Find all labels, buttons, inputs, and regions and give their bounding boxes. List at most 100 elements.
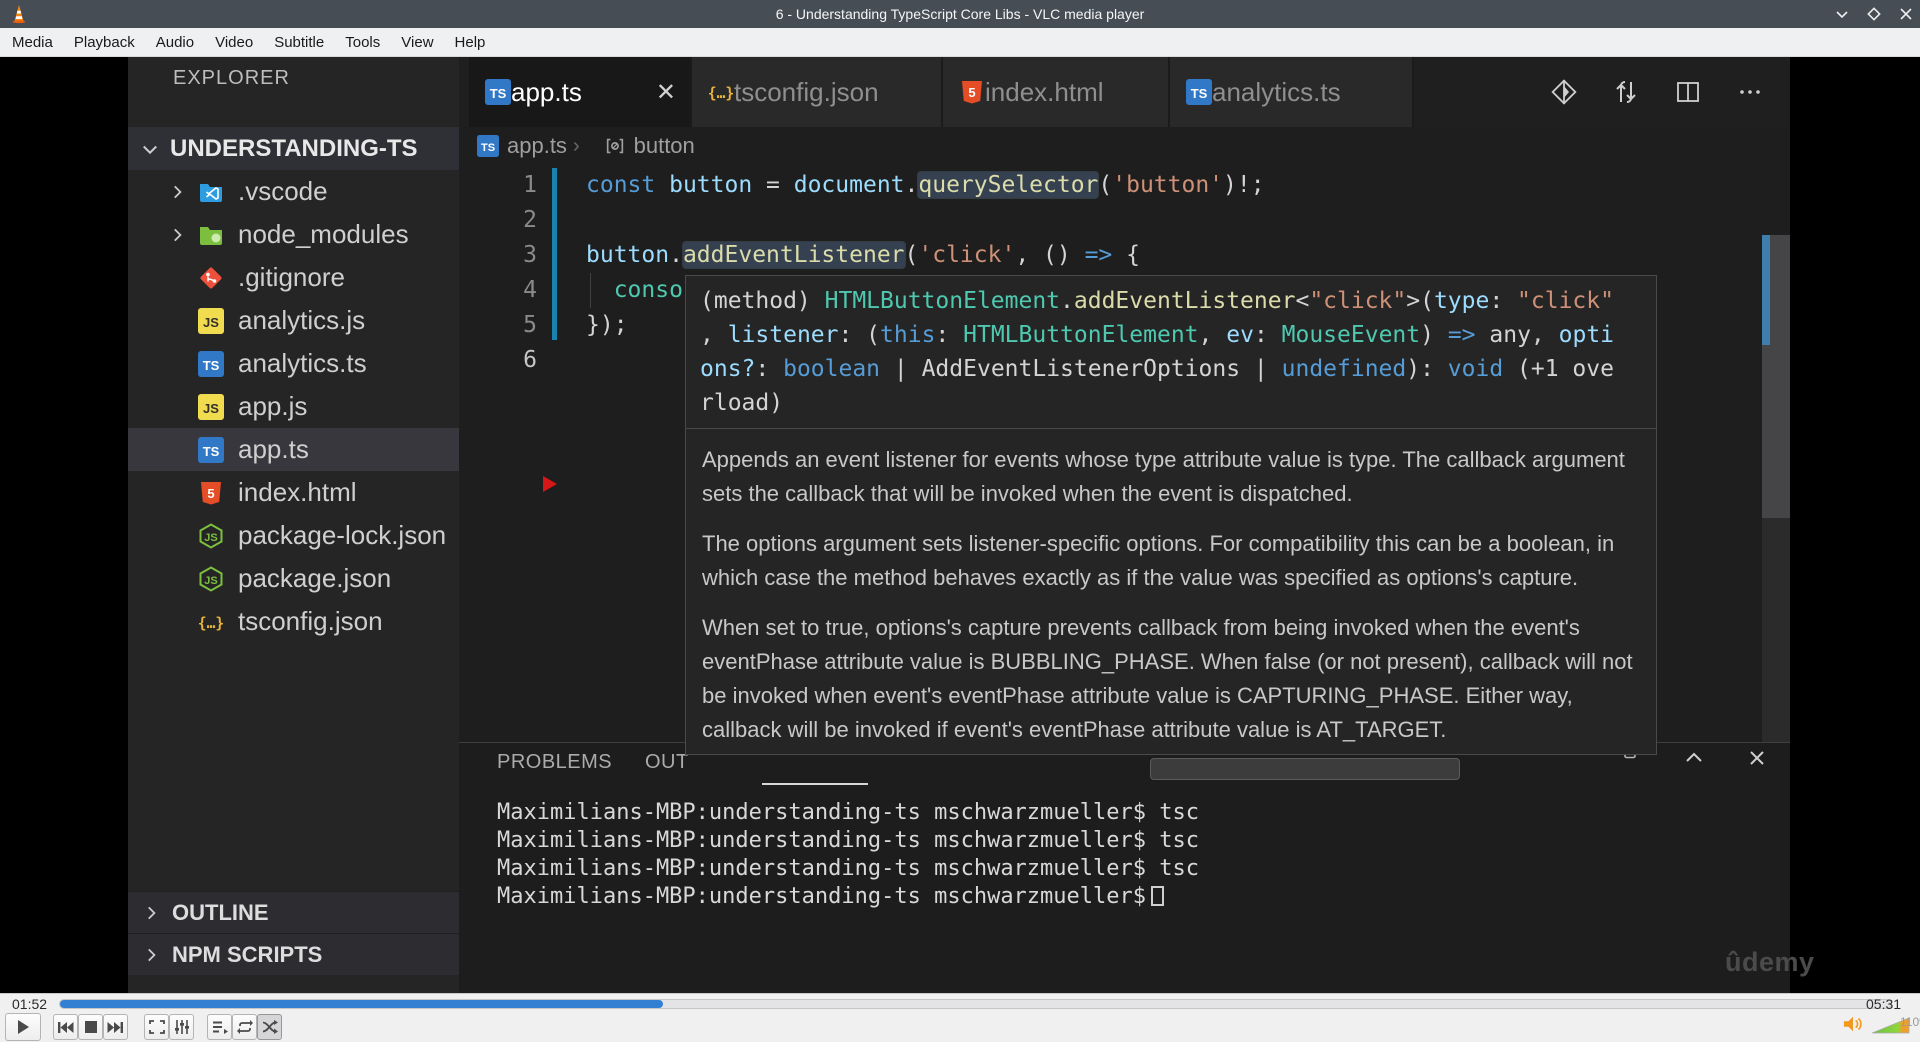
stop-button[interactable] bbox=[78, 1014, 103, 1040]
sidebar-section-outline[interactable]: OUTLINE bbox=[128, 891, 459, 933]
breadcrumb-item[interactable]: app.ts bbox=[507, 133, 567, 159]
menu-tools[interactable]: Tools bbox=[345, 34, 380, 51]
sync-changes-button[interactable] bbox=[1612, 78, 1640, 106]
play-button[interactable] bbox=[5, 1013, 41, 1041]
breadcrumb-item[interactable]: button bbox=[634, 133, 695, 159]
file-item-app-js[interactable]: JS app.js bbox=[128, 385, 459, 428]
menu-audio[interactable]: Audio bbox=[156, 34, 194, 51]
file-item-analytics-js[interactable]: JS analytics.js bbox=[128, 299, 459, 342]
current-time: 01:52 bbox=[12, 996, 48, 1012]
svg-text:TS: TS bbox=[490, 86, 507, 101]
volume-control[interactable]: 110% bbox=[1842, 1014, 1920, 1039]
git-file-icon bbox=[198, 265, 224, 291]
chevron-right-icon bbox=[168, 226, 186, 244]
workspace-header[interactable]: UNDERSTANDING-TS bbox=[128, 127, 459, 170]
tab-analytics-ts[interactable]: TS analytics.ts bbox=[1170, 57, 1414, 127]
panel-tab-problems[interactable]: PROBLEMS bbox=[497, 747, 612, 777]
file-item--gitignore[interactable]: .gitignore bbox=[128, 256, 459, 299]
hover-docs: Appends an event listener for events who… bbox=[686, 429, 1656, 777]
svg-text:{…}: {…} bbox=[198, 615, 224, 632]
section-label: OUTLINE bbox=[172, 899, 269, 925]
menu-subtitle[interactable]: Subtitle bbox=[274, 34, 324, 51]
file-name: analytics.ts bbox=[238, 348, 367, 378]
video-area[interactable]: EXPLORER UNDERSTANDING-TS .vscode node_mo… bbox=[0, 57, 1920, 993]
code-text: }); bbox=[586, 312, 628, 338]
js-file-icon: JS bbox=[198, 307, 224, 334]
close-button[interactable] bbox=[1898, 6, 1914, 22]
hover-signature: (method) HTMLButtonElement.addEventListe… bbox=[686, 276, 1656, 429]
tab-close-icon[interactable]: ✕ bbox=[638, 78, 676, 107]
chevron-right-icon bbox=[142, 904, 160, 922]
vlc-window: 6 - Understanding TypeScript Core Libs -… bbox=[0, 0, 1920, 1042]
fullscreen-button[interactable] bbox=[144, 1014, 169, 1040]
tab-label: tsconfig.json bbox=[734, 76, 879, 107]
file-item-node-modules[interactable]: node_modules bbox=[128, 213, 459, 256]
file-item--vscode[interactable]: .vscode bbox=[128, 170, 459, 213]
terminal-tab-underline bbox=[762, 783, 868, 785]
svg-text:JS: JS bbox=[203, 401, 219, 416]
file-item-index-html[interactable]: 5 index.html bbox=[128, 471, 459, 514]
red-marker-icon bbox=[543, 476, 557, 492]
svg-text:5: 5 bbox=[968, 85, 975, 100]
tab-index-html[interactable]: 5 index.html bbox=[943, 57, 1170, 127]
previous-button[interactable] bbox=[53, 1014, 78, 1040]
file-name: analytics.js bbox=[238, 305, 366, 335]
next-button[interactable] bbox=[103, 1014, 128, 1040]
hover-tooltip: (method) HTMLButtonElement.addEventListe… bbox=[685, 275, 1657, 755]
ts-file-icon: TS bbox=[1186, 79, 1212, 105]
file-name: package.json bbox=[238, 563, 392, 593]
svg-text:TS: TS bbox=[481, 142, 495, 154]
split-editor-button[interactable] bbox=[1674, 78, 1702, 106]
loop-button[interactable] bbox=[232, 1014, 257, 1040]
doc-line: When set to true, options's capture prev… bbox=[702, 615, 1580, 640]
extended-settings-button[interactable] bbox=[169, 1014, 194, 1040]
editor-scrollbar[interactable] bbox=[1762, 235, 1790, 742]
file-name: tsconfig.json bbox=[238, 606, 383, 636]
js-file-icon: JS bbox=[198, 393, 224, 420]
minimize-button[interactable] bbox=[1834, 6, 1850, 22]
symbol-icon bbox=[604, 135, 626, 157]
volume-percent: 110% bbox=[1900, 1015, 1920, 1029]
file-item-app-ts[interactable]: TS app.ts bbox=[128, 428, 459, 471]
file-item-analytics-ts[interactable]: TS analytics.ts bbox=[128, 342, 459, 385]
sidebar-section-npm-scripts[interactable]: NPM SCRIPTS bbox=[128, 933, 459, 975]
svg-text:{…}: {…} bbox=[708, 85, 734, 102]
panel-tab-out[interactable]: OUT bbox=[645, 747, 689, 777]
random-button[interactable] bbox=[257, 1014, 282, 1040]
menu-view[interactable]: View bbox=[401, 34, 433, 51]
maximize-button[interactable] bbox=[1866, 6, 1882, 22]
workspace-name: UNDERSTANDING-TS bbox=[170, 134, 418, 162]
menu-video[interactable]: Video bbox=[215, 34, 253, 51]
braces-file-icon: {…} bbox=[708, 79, 735, 105]
panel-close-icon[interactable] bbox=[1745, 746, 1769, 770]
ts-file-icon: TS bbox=[198, 350, 224, 377]
menu-help[interactable]: Help bbox=[455, 34, 486, 51]
menubar: Media Playback Audio Video Subtitle Tools View… bbox=[0, 28, 1920, 57]
menu-playback[interactable]: Playback bbox=[74, 34, 135, 51]
playlist-button[interactable] bbox=[207, 1014, 232, 1040]
doc-line: Appends an event listener for events who… bbox=[702, 447, 1625, 472]
menu-media[interactable]: Media bbox=[12, 34, 53, 51]
breadcrumb: TS app.ts › button bbox=[459, 127, 1790, 165]
file-name: .gitignore bbox=[238, 262, 345, 292]
file-tree: .vscode node_modules .gitignore JS analytics… bbox=[128, 170, 459, 643]
udemy-watermark: ûdemy bbox=[1725, 947, 1815, 977]
ts-file-icon: TS bbox=[198, 436, 224, 463]
panel-maximize-icon[interactable] bbox=[1682, 746, 1706, 770]
file-item-package-lock-json[interactable]: JS package-lock.json bbox=[128, 514, 459, 557]
open-changes-button[interactable] bbox=[1550, 78, 1578, 106]
terminal-line: Maximilians-MBP:understanding-ts mschwar… bbox=[497, 856, 1199, 881]
file-item-tsconfig-json[interactable]: {…} tsconfig.json bbox=[128, 600, 459, 643]
file-item-package-json[interactable]: JS package.json bbox=[128, 557, 459, 600]
line-number: 2 bbox=[523, 207, 537, 233]
tab-app-ts[interactable]: TS app.ts ✕ bbox=[469, 57, 692, 127]
terminal-output[interactable]: Maximilians-MBP:understanding-ts mschwar… bbox=[497, 799, 1199, 911]
node-file-icon: JS bbox=[198, 522, 224, 549]
seek-bar[interactable] bbox=[59, 999, 1892, 1009]
tab-tsconfig-json[interactable]: {…} tsconfig.json bbox=[692, 57, 943, 127]
window-title: 6 - Understanding TypeScript Core Libs -… bbox=[775, 6, 1145, 22]
tab-label: index.html bbox=[985, 76, 1104, 107]
more-actions-button[interactable] bbox=[1736, 78, 1764, 106]
doc-line: eventPhase attribute value is BUBBLING_P… bbox=[702, 649, 1633, 674]
file-name: node_modules bbox=[238, 219, 409, 249]
